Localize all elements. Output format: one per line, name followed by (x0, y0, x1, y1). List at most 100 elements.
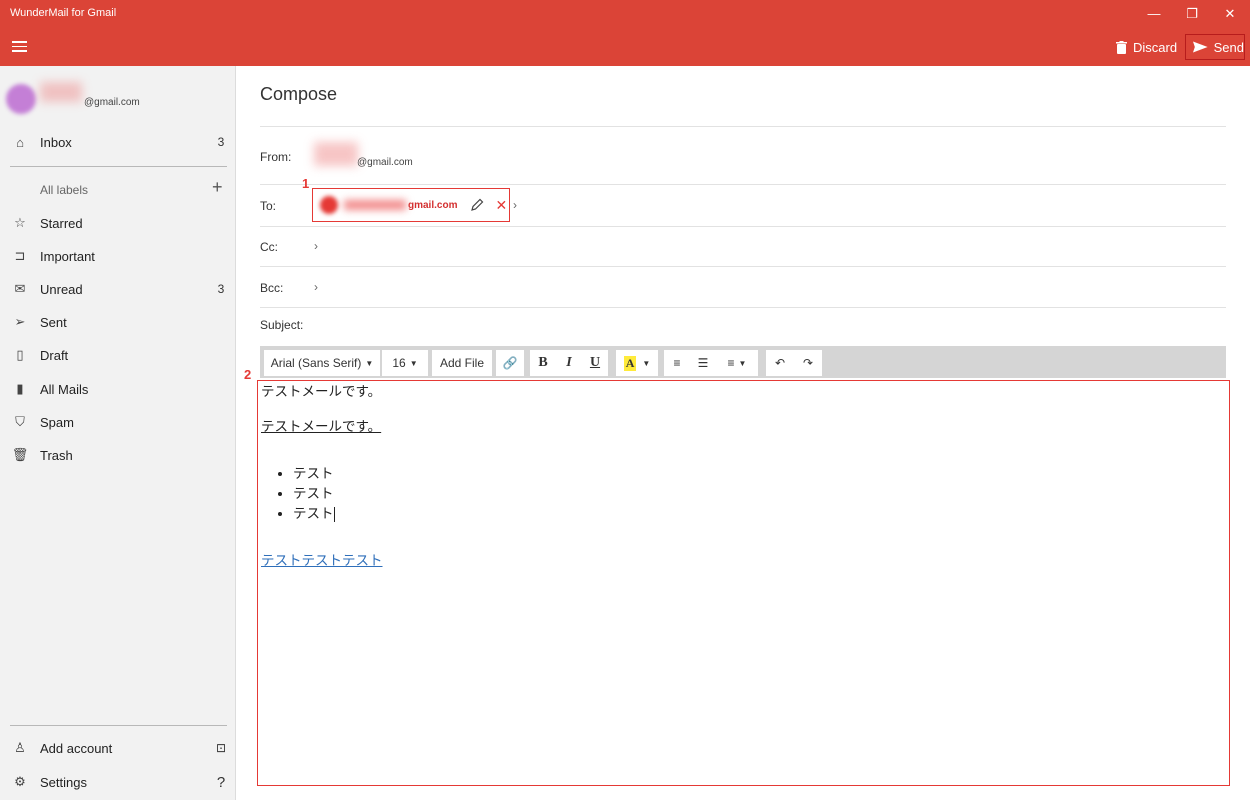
from-name-blurred (314, 142, 358, 166)
sidebar-item-spam[interactable]: ⛉ Spam (0, 408, 236, 436)
recipient-name-blurred (344, 200, 406, 210)
avatar[interactable] (6, 84, 36, 114)
redo-icon[interactable]: ↷ (794, 350, 822, 376)
body-bullet-list: テスト テスト テスト (293, 464, 1226, 524)
account-name-blurred (40, 82, 82, 102)
remove-recipient-icon[interactable]: ✕ (495, 197, 507, 214)
sidebar-item-label: Trash (40, 447, 73, 463)
sidebar-item-all-mails[interactable]: ▮ All Mails (0, 375, 236, 403)
link-icon[interactable]: 🔗 (496, 350, 524, 376)
send-button[interactable]: Send (1185, 34, 1245, 60)
format-toolbar: Arial (Sans Serif) ▼ 16 ▼ Add File 🔗 B I U… (260, 346, 1226, 378)
account-email: @gmail.com (84, 97, 140, 108)
app-bar: Discard Send (0, 28, 1250, 66)
italic-button[interactable]: I (556, 350, 582, 376)
sidebar-item-unread[interactable]: ✉ Unread 3 (0, 275, 236, 303)
settings-label: Settings (40, 774, 87, 790)
recipient-email: gmail.com (408, 199, 458, 211)
window-title-bar: WunderMail for Gmail — ❐ ✕ (0, 0, 1250, 28)
sidebar-item-label: Spam (40, 414, 74, 430)
sidebar-item-draft[interactable]: ▯ Draft (0, 341, 236, 369)
gear-icon: ⚙ (14, 774, 26, 789)
bullet-list-icon[interactable]: ☰ (690, 350, 716, 376)
trash-icon: 🗑 (11, 447, 29, 462)
font-family-select[interactable]: Arial (Sans Serif) ▼ (264, 350, 380, 376)
sidebar-item-inbox[interactable]: ⌂ Inbox 3 (0, 128, 236, 156)
add-label-button[interactable]: + (212, 177, 223, 198)
undo-icon[interactable]: ↶ (766, 350, 794, 376)
ordered-list-icon[interactable]: ≡ (664, 350, 690, 376)
list-item-text: テスト (293, 506, 334, 521)
page-title: Compose (260, 84, 338, 104)
dropdown-arrow-icon: ▼ (738, 358, 747, 368)
add-file-button[interactable]: Add File (432, 350, 492, 376)
pencil-icon[interactable] (469, 197, 485, 213)
person-icon: ♙ (14, 740, 26, 755)
bcc-expand-chevron-icon[interactable]: › (314, 280, 318, 294)
menu-icon[interactable] (12, 41, 27, 52)
window-title: WunderMail for Gmail (10, 7, 117, 19)
discard-button[interactable]: Discard (1116, 34, 1177, 60)
discard-label: Discard (1133, 39, 1178, 55)
inbox-count: 3 (217, 135, 225, 149)
sidebar-item-important[interactable]: ⊐ Important (0, 242, 236, 270)
sidebar-item-label: Starred (40, 215, 83, 231)
star-icon: ☆ (14, 215, 26, 230)
maximize-button[interactable]: ❐ (1177, 4, 1207, 24)
divider (260, 184, 1226, 185)
underline-button[interactable]: U (582, 350, 608, 376)
annotation-2: 2 (244, 367, 252, 382)
to-expand-chevron-icon[interactable]: › (513, 198, 517, 212)
cc-expand-chevron-icon[interactable]: › (314, 239, 318, 253)
recipient-chip[interactable]: gmail.com ✕ (312, 188, 510, 222)
bold-button[interactable]: B (530, 350, 556, 376)
sidebar-item-label: Inbox (40, 134, 72, 150)
all-labels-heading: All labels (40, 183, 89, 197)
account-manage-icon[interactable]: ⊡ (206, 741, 236, 755)
add-account-label: Add account (40, 740, 113, 756)
annotation-1: 1 (302, 176, 310, 191)
body-line-2: テストメールです。 (261, 419, 382, 434)
font-family-value: Arial (Sans Serif) (270, 356, 362, 370)
align-icon: ≡ (727, 356, 735, 370)
help-button[interactable]: ? (206, 774, 236, 791)
font-size-select[interactable]: 16 ▼ (382, 350, 428, 376)
highlight-icon: A (623, 355, 637, 371)
shield-icon: ⛉ (15, 414, 25, 429)
sidebar-item-label: Unread (40, 281, 83, 297)
to-label: To: (260, 199, 277, 213)
cc-label: Cc: (260, 240, 278, 254)
list-item: テスト (293, 504, 1226, 524)
send-label: Send (1213, 39, 1244, 55)
subject-label: Subject: (260, 318, 304, 332)
sidebar-item-sent[interactable]: ➢ Sent (0, 308, 236, 336)
dropdown-arrow-icon: ▼ (409, 358, 418, 368)
sidebar-item-label: Important (40, 248, 95, 264)
settings-button[interactable]: ⚙ Settings ? (0, 768, 236, 796)
divider (260, 307, 1226, 308)
sidebar-item-starred[interactable]: ☆ Starred (0, 209, 236, 237)
recipient-avatar (320, 196, 338, 214)
body-line-1: テストメールです。 (261, 384, 382, 399)
list-item: テスト (293, 484, 1226, 504)
send-icon (1193, 41, 1208, 53)
divider (10, 725, 227, 726)
sidebar-item-label: Draft (40, 347, 69, 363)
sidebar-item-trash[interactable]: 🗑 Trash (0, 441, 236, 469)
compose-pane: Compose From: @gmail.com 1 To: gmail.com… (236, 66, 1250, 800)
divider (10, 166, 227, 167)
highlight-color-button[interactable]: A ▼ (616, 350, 658, 376)
dropdown-arrow-icon: ▼ (642, 358, 651, 368)
sidebar-item-label: Sent (40, 314, 67, 330)
add-account-button[interactable]: ♙ Add account ⊡ (0, 734, 236, 762)
body-link[interactable]: テストテストテスト (261, 553, 383, 568)
align-select[interactable]: ≡ ▼ (716, 350, 758, 376)
close-window-button[interactable]: ✕ (1215, 4, 1245, 24)
envelope-icon: ✉ (14, 281, 26, 296)
message-body-editor[interactable]: テストメールです。 テストメールです。 テスト テスト テスト テストテストテス… (257, 380, 1230, 786)
minimize-button[interactable]: — (1139, 4, 1169, 24)
from-label: From: (260, 150, 292, 164)
inbox-icon: ⌂ (16, 134, 24, 150)
divider (260, 226, 1226, 227)
bcc-label: Bcc: (260, 281, 284, 295)
